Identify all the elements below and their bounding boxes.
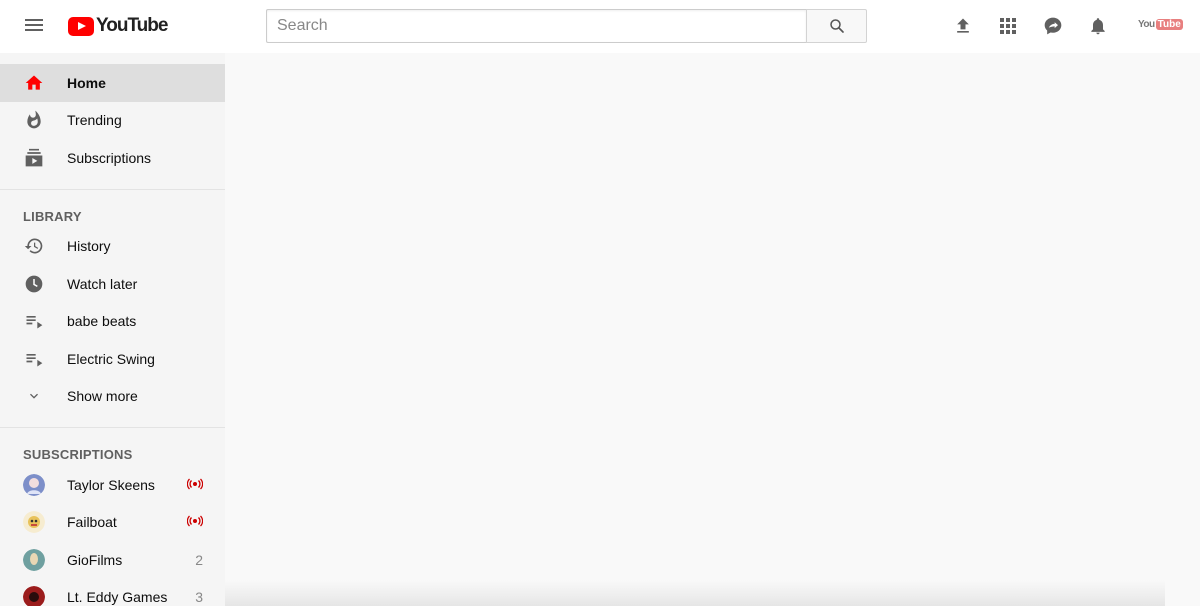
sidebar-item-channel-taylor-skeens[interactable]: Taylor Skeens — [0, 466, 225, 504]
main-content-area — [225, 53, 1200, 606]
account-logo-tube: Tube — [1155, 19, 1183, 30]
sidebar-item-label: Taylor Skeens — [67, 476, 155, 493]
logo-text: YouTube — [96, 15, 168, 36]
apps-grid-icon — [1000, 18, 1016, 34]
search-bar — [266, 9, 867, 43]
sidebar-item-trending[interactable]: Trending — [0, 102, 225, 140]
channel-avatar — [23, 473, 45, 496]
subscriptions-icon — [25, 148, 43, 167]
search-input[interactable] — [266, 9, 806, 43]
hamburger-line — [25, 24, 43, 26]
channel-avatar — [23, 548, 45, 571]
channel-avatar — [23, 511, 45, 534]
sidebar-item-label: History — [67, 238, 111, 255]
sidebar-item-home[interactable]: Home — [0, 64, 225, 102]
sidebar-item-label: Failboat — [67, 514, 117, 531]
sidebar-item-label: GioFilms — [67, 551, 123, 568]
notifications-button[interactable] — [1086, 14, 1110, 38]
account-logo-you: You — [1138, 19, 1155, 30]
guide-menu-button[interactable] — [23, 16, 45, 36]
sidebar-item-subscriptions[interactable]: Subscriptions — [0, 139, 225, 177]
sidebar-item-watch-later[interactable]: Watch later — [0, 265, 225, 303]
sidebar-item-label: Electric Swing — [67, 350, 155, 367]
bell-icon — [1091, 18, 1105, 35]
share-messages-icon — [1044, 17, 1062, 35]
search-icon — [829, 19, 844, 33]
sidebar-item-label: Show more — [67, 388, 138, 405]
sidebar-item-channel-lt-eddy-games[interactable]: Lt. Eddy Games 3 — [0, 579, 225, 606]
youtube-logo[interactable]: YouTube — [68, 15, 168, 37]
sidebar-item-playlist-babe-beats[interactable]: babe beats — [0, 303, 225, 341]
sidebar-item-label: Lt. Eddy Games — [67, 589, 168, 606]
live-indicator — [186, 477, 204, 493]
sidebar-item-channel-failboat[interactable]: Failboat — [0, 504, 225, 542]
channel-avatar — [23, 586, 45, 606]
sidebar-item-label: Watch later — [67, 275, 138, 292]
live-broadcast-icon — [186, 478, 204, 490]
home-icon — [25, 75, 43, 90]
play-logo-icon — [68, 16, 94, 36]
playlist-icon — [26, 316, 43, 329]
scroll-shadow — [225, 580, 1165, 606]
new-video-count: 2 — [195, 551, 203, 568]
playlist-icon — [26, 353, 43, 367]
sidebar-item-playlist-electric-swing[interactable]: Electric Swing — [0, 340, 225, 378]
sidebar-item-show-more[interactable]: Show more — [0, 378, 225, 416]
guide-sidebar: Home Trending Subscriptions LIBRARY Hist… — [0, 53, 225, 606]
history-icon — [24, 238, 43, 254]
apps-button[interactable] — [996, 14, 1020, 38]
sidebar-item-label: babe beats — [67, 313, 137, 330]
sidebar-item-label: Subscriptions — [67, 149, 152, 166]
messages-button[interactable] — [1041, 14, 1065, 38]
sidebar-item-label: Trending — [67, 112, 122, 129]
masthead: YouTube You Tube — [0, 0, 1200, 53]
subscriptions-section-title: SUBSCRIPTIONS — [23, 447, 133, 462]
sidebar-item-label: Home — [67, 74, 106, 91]
fire-icon — [27, 110, 41, 129]
upload-icon — [957, 18, 969, 33]
sidebar-item-history[interactable]: History — [0, 228, 225, 266]
library-section-title: LIBRARY — [23, 208, 82, 224]
search-button[interactable] — [806, 9, 867, 43]
clock-icon — [25, 275, 43, 293]
chevron-down-icon — [30, 393, 38, 399]
hamburger-line — [25, 19, 43, 21]
upload-button[interactable] — [951, 14, 975, 38]
new-video-count: 3 — [195, 589, 203, 606]
account-button[interactable]: You Tube — [1138, 19, 1183, 30]
hamburger-line — [25, 29, 43, 31]
live-indicator — [186, 514, 204, 530]
live-broadcast-icon — [186, 515, 204, 527]
sidebar-item-channel-giofilms[interactable]: GioFilms 2 — [0, 541, 225, 579]
